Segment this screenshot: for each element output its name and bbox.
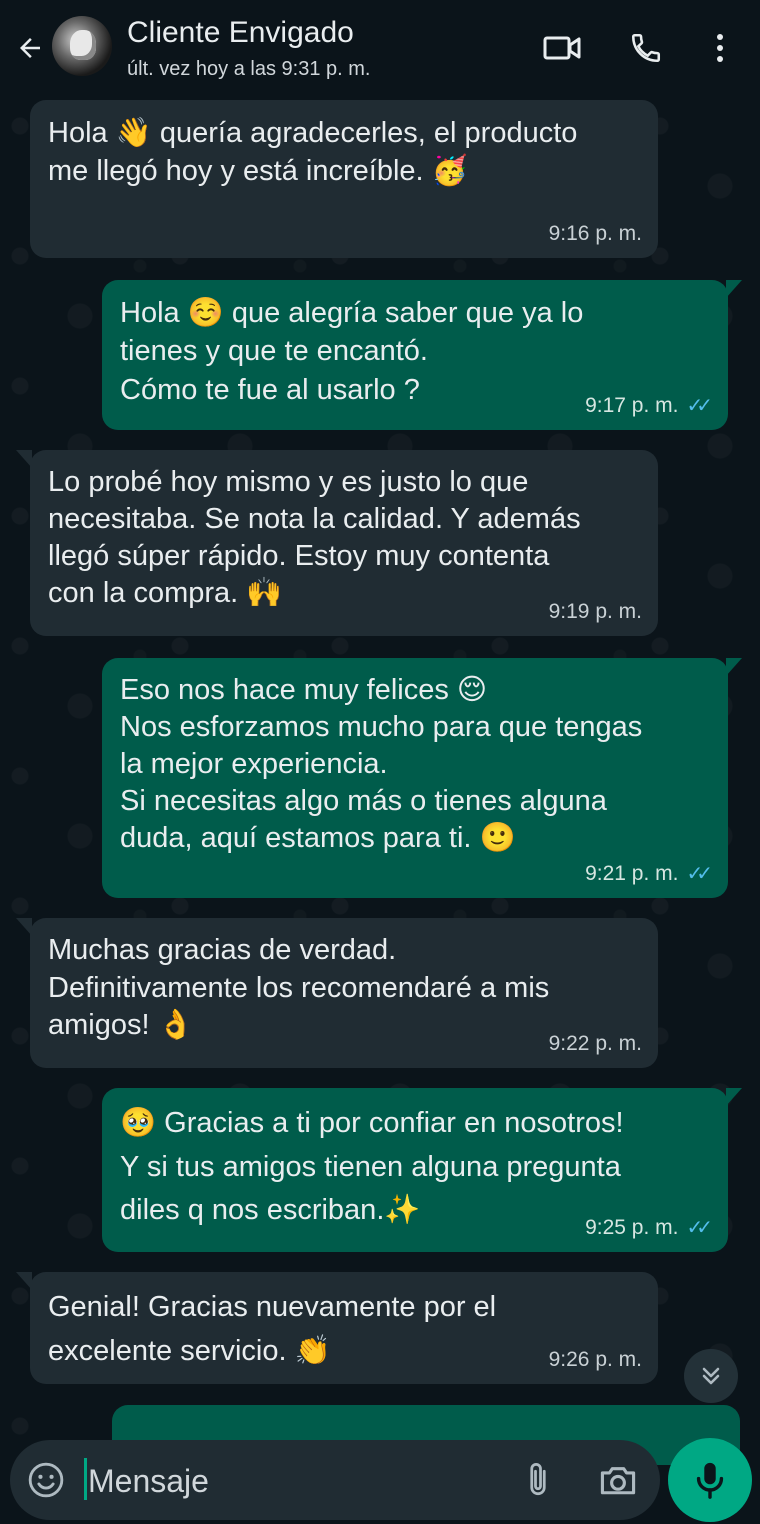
message-input[interactable]	[86, 1456, 510, 1506]
scroll-to-bottom-button[interactable]	[684, 1349, 738, 1403]
message-composer	[10, 1440, 660, 1520]
more-options-icon	[717, 34, 723, 62]
message-incoming[interactable]: Genial! Gracias nuevamente por el excele…	[16, 1272, 658, 1384]
message-incoming[interactable]: Hola 👋 quería agradecerles, el producto …	[30, 100, 658, 258]
read-ticks-icon: ✓✓	[686, 394, 712, 417]
message-meta: 9:21 p. m. ✓✓	[585, 860, 713, 888]
message-meta: 9:26 p. m.	[549, 1346, 642, 1374]
message-time: 9:19 p. m.	[548, 600, 642, 624]
contact-name[interactable]: Cliente Envigado	[127, 16, 354, 50]
voice-message-button[interactable]	[668, 1438, 752, 1522]
message-text: Lo probé hoy mismo y es justo lo que nec…	[48, 466, 581, 610]
message-meta: 9:16 p. m.	[549, 220, 642, 248]
chevron-double-down-icon	[702, 1367, 720, 1385]
voice-call-button[interactable]	[624, 26, 668, 70]
back-button[interactable]	[10, 28, 50, 68]
phone-icon	[631, 33, 661, 63]
message-time: 9:21 p. m.	[585, 862, 679, 886]
message-text: Eso nos hace muy felices 😌 Nos esforzamo…	[120, 674, 643, 855]
more-options-button[interactable]	[698, 26, 742, 70]
back-arrow-icon	[20, 38, 40, 58]
attach-icon	[530, 1463, 546, 1496]
mic-icon	[696, 1462, 724, 1499]
camera-icon	[600, 1467, 636, 1495]
message-time: 9:17 p. m.	[585, 394, 679, 418]
video-call-icon	[543, 36, 581, 60]
last-seen-status: últ. vez hoy a las 9:31 p. m.	[127, 58, 371, 80]
message-time: 9:22 p. m.	[548, 1032, 642, 1056]
emoji-icon	[28, 1462, 64, 1498]
contact-avatar[interactable]	[52, 16, 112, 76]
read-ticks-icon: ✓✓	[686, 862, 712, 885]
message-meta: 9:25 p. m. ✓✓	[585, 1214, 713, 1242]
message-text: Muchas gracias de verdad. Definitivament…	[48, 934, 550, 1042]
emoji-button[interactable]	[24, 1458, 68, 1502]
message-time: 9:16 p. m.	[548, 222, 642, 246]
message-incoming[interactable]: Muchas gracias de verdad. Definitivament…	[16, 918, 658, 1068]
message-outgoing[interactable]: 🥹 Gracias a ti por confiar en nosotros! …	[102, 1088, 742, 1252]
read-ticks-icon: ✓✓	[686, 1216, 712, 1239]
message-text: Hola 👋 quería agradecerles, el producto …	[48, 117, 578, 188]
message-incoming[interactable]: Lo probé hoy mismo y es justo lo que nec…	[16, 450, 658, 636]
chat-header: Cliente Envigado últ. vez hoy a las 9:31…	[0, 0, 760, 96]
message-meta: 9:19 p. m.	[549, 598, 642, 626]
message-meta: 9:22 p. m.	[549, 1030, 642, 1058]
message-text: 🥹 Gracias a ti por confiar en nosotros! …	[120, 1107, 624, 1226]
message-outgoing[interactable]: Eso nos hace muy felices 😌 Nos esforzamo…	[102, 658, 742, 898]
message-time: 9:25 p. m.	[585, 1216, 679, 1240]
video-call-button[interactable]	[540, 26, 584, 70]
message-time: 9:26 p. m.	[548, 1348, 642, 1372]
camera-button[interactable]	[594, 1458, 642, 1502]
attach-button[interactable]	[516, 1458, 560, 1502]
message-meta: 9:17 p. m. ✓✓	[585, 392, 713, 420]
message-outgoing[interactable]: Hola ☺️ que alegría saber que ya lo tien…	[102, 280, 742, 430]
